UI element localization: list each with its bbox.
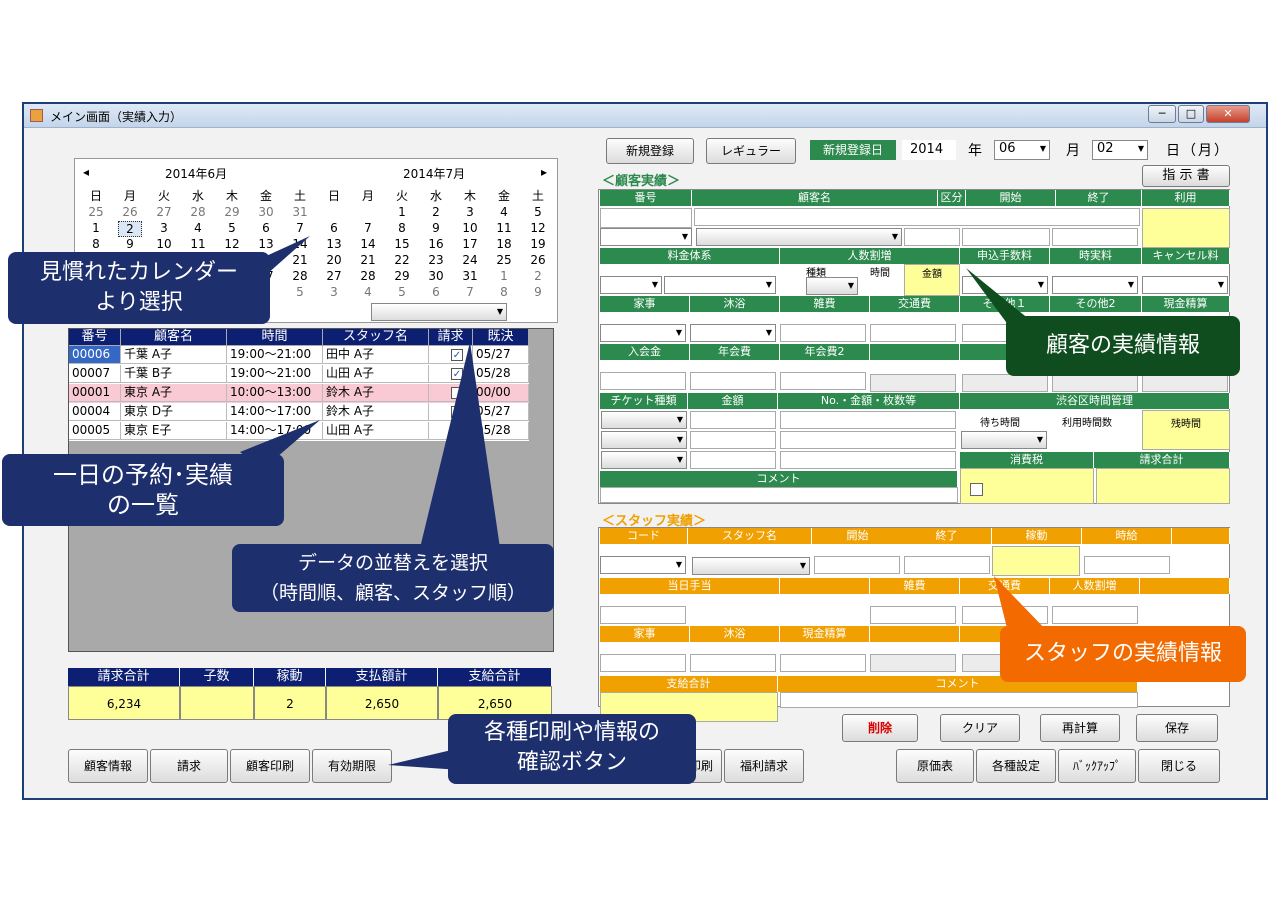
- customer-info-callout: 顧客の実績情報: [1006, 316, 1240, 376]
- staff-info-callout: スタッフの実績情報: [1000, 626, 1246, 682]
- print-callout: 各種印刷や情報の 確認ボタン: [448, 714, 696, 784]
- calendar-callout: 見慣れたカレンダー より選択: [8, 252, 270, 324]
- list-callout: 一日の予約･実績 の一覧: [2, 454, 284, 526]
- sort-callout: データの並替えを選択 （時間順、顧客、スタッフ順）: [232, 544, 554, 612]
